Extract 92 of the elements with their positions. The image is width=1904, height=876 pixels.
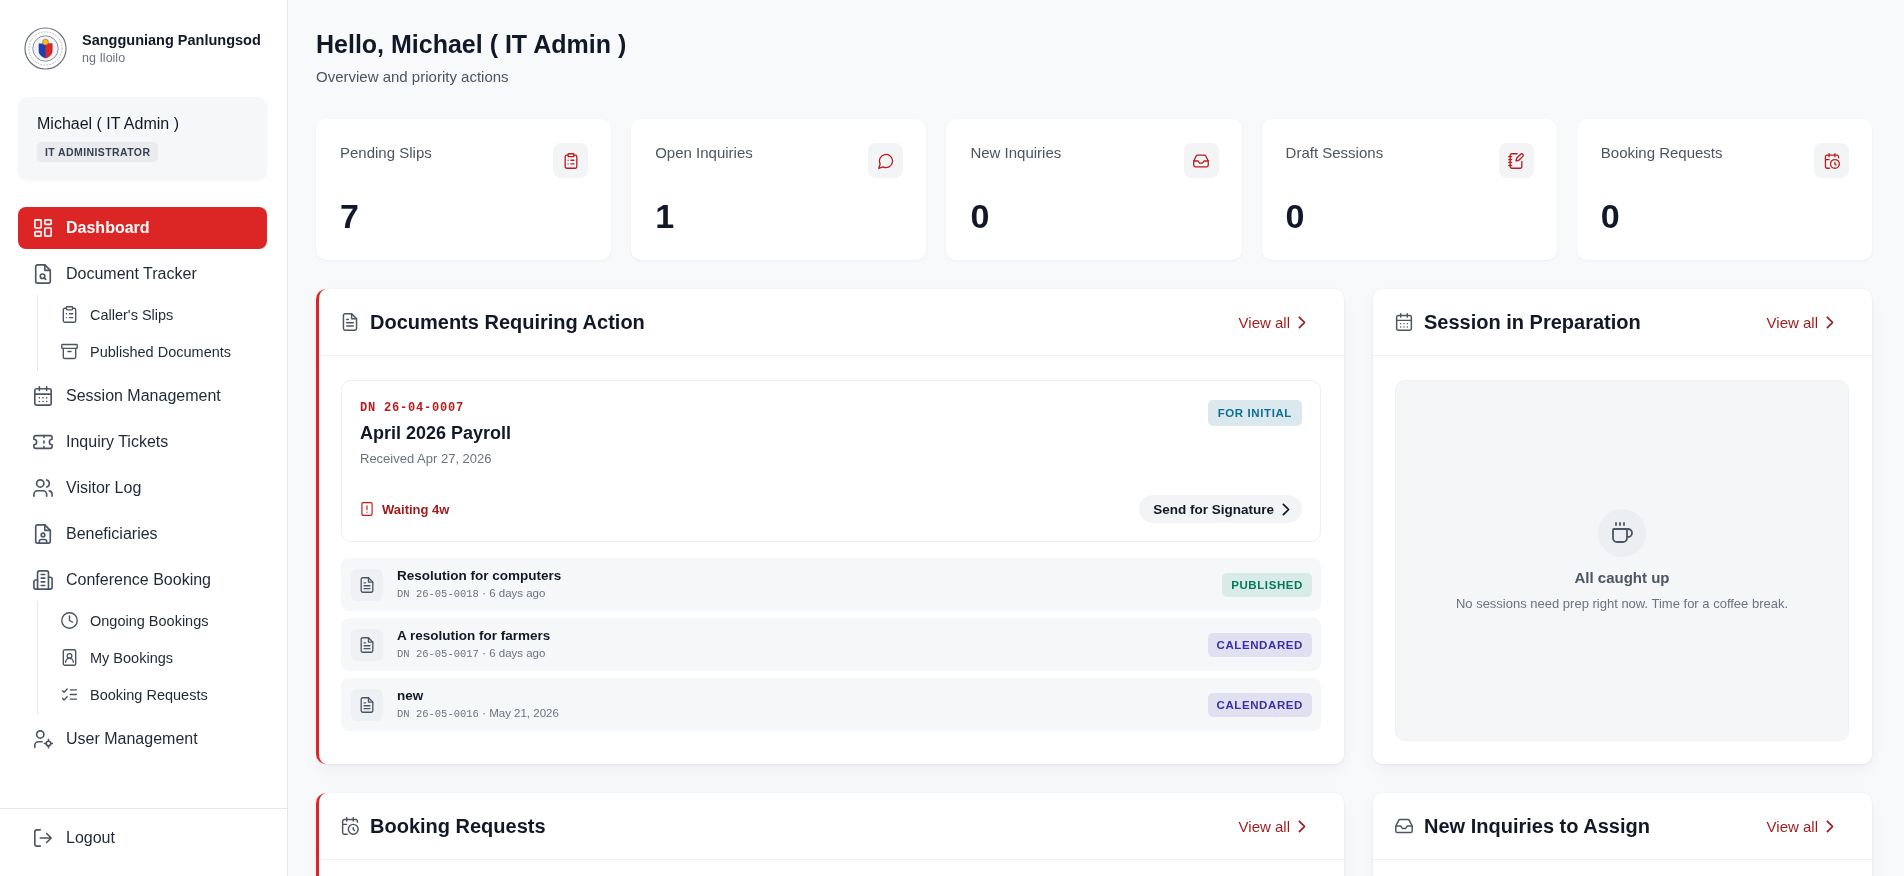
status-badge: FOR INITIAL	[1207, 400, 1302, 426]
panel-title: New Inquiries to Assign	[1424, 814, 1651, 839]
document-icon	[351, 688, 383, 721]
document-meta: DN 26-05-0017 · 6 days ago	[397, 646, 547, 662]
calendar-clock-icon	[341, 817, 359, 835]
view-all-link[interactable]: View all	[1238, 313, 1306, 331]
people-icon	[33, 478, 53, 498]
brand-subtitle: ng Iloilo	[82, 49, 127, 66]
chevron-right-icon	[1826, 819, 1834, 833]
logout-button[interactable]: Logout	[18, 817, 267, 859]
view-all-link[interactable]: View all	[1766, 817, 1834, 835]
document-icon	[341, 313, 359, 331]
sidebar-subitem[interactable]: Published Documents	[46, 333, 267, 370]
document-meta: DN 26-05-0016 · May 21, 2026	[397, 706, 559, 722]
stat-label: Open Inquiries	[655, 143, 753, 163]
person-gear-icon	[33, 729, 53, 749]
chevron-right-icon	[1298, 819, 1306, 833]
user-name: Michael ( IT Admin )	[37, 114, 180, 134]
document-number: DN 26-04-0007	[360, 400, 465, 416]
document-title: Resolution for computers	[397, 567, 562, 584]
sidebar-item[interactable]: Inquiry Tickets	[18, 421, 267, 463]
sidebar-item[interactable]: Visitor Log	[18, 467, 267, 509]
sidebar-item[interactable]: Beneficiaries	[18, 513, 267, 555]
empty-state-title: All caught up	[1574, 568, 1670, 588]
warning-icon	[360, 502, 374, 516]
clipboard-list-icon	[61, 306, 78, 323]
sidebar-subitem[interactable]: Ongoing Bookings	[46, 602, 267, 639]
role-badge: IT ADMINISTRATOR	[37, 142, 159, 162]
empty-state-text: No sessions need prep right now. Time for a coffee break.	[1455, 596, 1789, 612]
stat-value: 0	[1600, 196, 1621, 236]
panel-title: Session in Preparation	[1424, 310, 1642, 335]
waiting-status: Waiting 4w	[382, 501, 450, 517]
stat-label: New Inquiries	[970, 143, 1062, 163]
notebook-pen-icon	[1498, 143, 1534, 178]
document-title: April 2026 Payroll	[360, 422, 512, 445]
logout-icon	[33, 828, 53, 848]
checklist-icon	[61, 686, 78, 703]
received-date: Received Apr 27, 2026	[360, 450, 493, 468]
grid-icon	[33, 218, 53, 238]
stat-label: Booking Requests	[1600, 143, 1723, 163]
document-person-icon	[33, 524, 53, 544]
document-meta: DN 26-05-0018 · 6 days ago	[397, 586, 547, 602]
sidebar-item[interactable]: User Management	[18, 718, 267, 760]
coffee-cup-icon	[1598, 509, 1646, 557]
sidebar-subitem[interactable]: Caller's Slips	[46, 296, 267, 333]
page-title: Hello, Michael ( IT Admin )	[316, 29, 628, 60]
panel-title: Documents Requiring Action	[370, 310, 646, 335]
chevron-right-icon	[1298, 315, 1306, 329]
document-row[interactable]: Resolution for computers DN 26-05-0018 · 6 days ago PUBLISHED	[341, 558, 1321, 611]
document-icon	[351, 568, 383, 601]
inbox-tray-icon	[1183, 143, 1219, 178]
stat-label: Pending Slips	[340, 143, 432, 163]
document-search-icon	[33, 264, 53, 284]
page-subtitle: Overview and priority actions	[316, 67, 510, 87]
status-badge: CALENDARED	[1207, 692, 1312, 717]
archive-box-icon	[61, 343, 78, 360]
chevron-right-icon	[1826, 315, 1834, 329]
inbox-tray-icon	[1395, 817, 1413, 835]
sidebar-item[interactable]: Session Management	[18, 375, 267, 417]
document-icon	[351, 628, 383, 661]
status-badge: PUBLISHED	[1222, 572, 1312, 597]
view-all-link[interactable]: View all	[1766, 313, 1834, 331]
sidebar-subitem[interactable]: Booking Requests	[46, 676, 267, 713]
speech-bubble-icon	[868, 143, 904, 178]
document-title: A resolution for farmers	[397, 627, 551, 644]
sidebar-item[interactable]: Conference Booking	[18, 559, 267, 601]
stat-value: 1	[655, 196, 676, 236]
calendar-icon	[33, 386, 53, 406]
contact-card-icon	[61, 649, 78, 666]
document-row[interactable]: new DN 26-05-0016 · May 21, 2026 CALENDARED	[341, 678, 1321, 731]
panel-title: Booking Requests	[370, 814, 547, 839]
document-title: new	[397, 687, 425, 704]
calendar-icon	[1395, 313, 1413, 331]
clipboard-list-icon	[553, 143, 589, 178]
sidebar-subitem[interactable]: My Bookings	[46, 639, 267, 676]
stat-label: Draft Sessions	[1285, 143, 1384, 163]
view-all-link[interactable]: View all	[1238, 817, 1306, 835]
document-row[interactable]: A resolution for farmers DN 26-05-0017 · 6 days ago CALENDARED	[341, 618, 1321, 671]
ticket-icon	[33, 432, 53, 452]
building-icon	[33, 570, 53, 590]
seal-logo	[24, 27, 67, 70]
chevron-right-icon	[1282, 502, 1290, 516]
sidebar-item[interactable]: Dashboard	[18, 207, 267, 249]
send-for-signature-button[interactable]: Send for Signature	[1139, 495, 1302, 523]
status-badge: CALENDARED	[1207, 632, 1312, 657]
clock-icon	[61, 612, 78, 629]
stat-value: 0	[970, 196, 991, 236]
sidebar-item[interactable]: Document Tracker	[18, 253, 267, 295]
stat-value: 7	[340, 196, 360, 236]
stat-value: 0	[1285, 196, 1306, 236]
brand-title: Sangguniang Panlungsod	[82, 31, 261, 49]
calendar-clock-icon	[1814, 143, 1849, 178]
